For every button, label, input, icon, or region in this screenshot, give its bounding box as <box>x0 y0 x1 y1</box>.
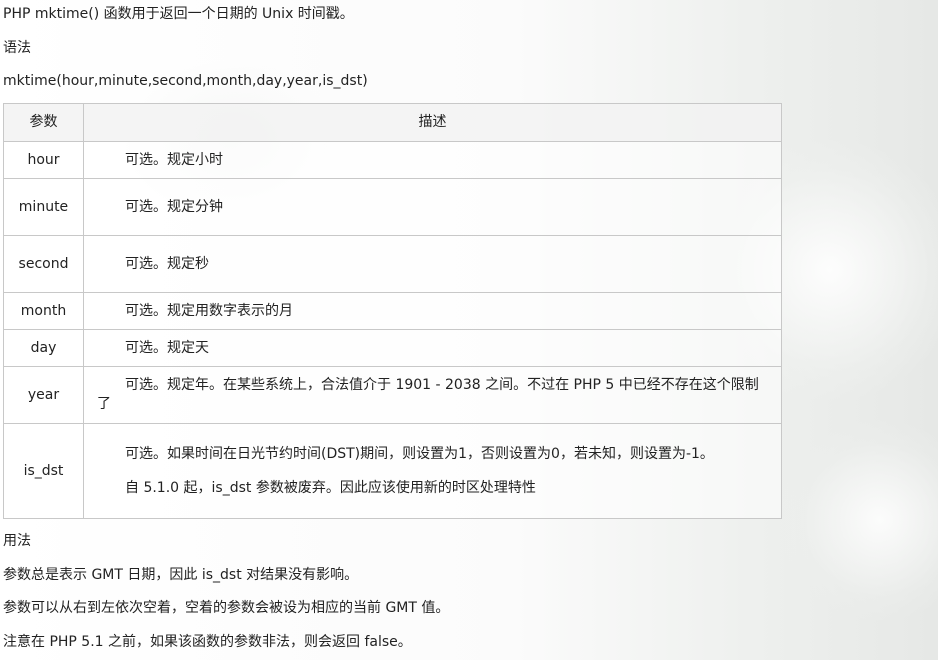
usage-paragraph: 参数可以从右到左依次空着，空着的参数会被设为相应的当前 GMT 值。 <box>3 600 450 616</box>
syntax-heading: 语法 <box>3 40 31 56</box>
param-description: 可选。规定天 <box>83 329 782 367</box>
header-param: 参数 <box>3 103 84 142</box>
param-name: month <box>3 292 84 330</box>
param-name: year <box>3 366 84 424</box>
param-description-text: 可选。规定小时 <box>125 151 223 168</box>
syntax-code: mktime(hour,minute,second,month,day,year… <box>3 73 368 89</box>
param-name: is_dst <box>3 423 84 519</box>
param-name: day <box>3 329 84 367</box>
table-row: month 可选。规定用数字表示的月 <box>3 292 782 330</box>
header-description: 描述 <box>83 103 782 142</box>
param-description-text: 可选。规定年。在某些系统上，合法值介于 1901 - 2038 之间。不过在 P… <box>97 377 759 412</box>
table-row: hour 可选。规定小时 <box>3 141 782 179</box>
param-name: minute <box>3 178 84 236</box>
param-description: 可选。规定用数字表示的月 <box>83 292 782 330</box>
param-description: 可选。如果时间在日光节约时间(DST)期间，则设置为1，否则设置为0，若未知，则… <box>83 423 782 519</box>
usage-heading: 用法 <box>3 533 31 549</box>
param-name: hour <box>3 141 84 179</box>
parameter-table: 参数 描述 hour 可选。规定小时 minute 可选。规定分钟 second… <box>3 103 782 519</box>
table-row: minute 可选。规定分钟 <box>3 178 782 236</box>
param-name: second <box>3 235 84 293</box>
table-header-row: 参数 描述 <box>3 103 782 142</box>
param-description: 可选。规定年。在某些系统上，合法值介于 1901 - 2038 之间。不过在 P… <box>83 366 782 424</box>
param-description: 可选。规定分钟 <box>83 178 782 236</box>
table-row: day 可选。规定天 <box>3 329 782 367</box>
param-description-note: 自 5.1.0 起，is_dst 参数被废弃。因此应该使用新的时区处理特性 <box>125 479 536 496</box>
usage-paragraph: 注意在 PHP 5.1 之前，如果该函数的参数非法，则会返回 false。 <box>3 634 412 650</box>
intro-text: PHP mktime() 函数用于返回一个日期的 Unix 时间戳。 <box>3 6 354 22</box>
param-description-text: 可选。规定天 <box>125 339 209 356</box>
background-dandelion <box>780 420 938 620</box>
param-description: 可选。规定秒 <box>83 235 782 293</box>
table-row: year 可选。规定年。在某些系统上，合法值介于 1901 - 2038 之间。… <box>3 366 782 424</box>
param-description: 可选。规定小时 <box>83 141 782 179</box>
param-description-text: 可选。规定用数字表示的月 <box>125 302 293 319</box>
param-description-text: 可选。如果时间在日光节约时间(DST)期间，则设置为1，否则设置为0，若未知，则… <box>125 445 714 462</box>
table-row: second 可选。规定秒 <box>3 235 782 293</box>
table-row: is_dst 可选。如果时间在日光节约时间(DST)期间，则设置为1，否则设置为… <box>3 423 782 519</box>
param-description-text: 可选。规定分钟 <box>125 198 223 215</box>
param-description-text: 可选。规定秒 <box>125 255 209 272</box>
usage-paragraph: 参数总是表示 GMT 日期，因此 is_dst 对结果没有影响。 <box>3 567 359 583</box>
